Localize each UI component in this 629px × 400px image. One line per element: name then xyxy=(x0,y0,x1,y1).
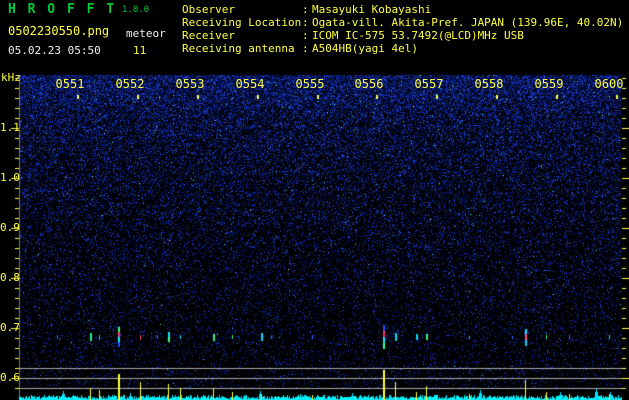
station-row-receiver: Receiver : ICOM IC-575 53.7492(@LCD)MHz … xyxy=(182,29,524,42)
time-label: 0553 xyxy=(175,77,205,91)
freq-label: 0.7 xyxy=(0,321,20,334)
station-separator: : xyxy=(302,29,309,42)
station-separator: : xyxy=(302,16,309,29)
freq-label: 1.1 xyxy=(0,121,20,134)
time-label: 0555 xyxy=(295,77,325,91)
spectrogram-canvas xyxy=(0,0,629,400)
app-title: H R O F F T xyxy=(8,2,117,17)
time-label: 0552 xyxy=(115,77,145,91)
station-row-antenna: Receiving antenna : A504HB(yagi 4el) xyxy=(182,42,418,55)
mode-label: meteor xyxy=(126,27,166,40)
station-value: A504HB(yagi 4el) xyxy=(312,42,418,55)
timestamp: 05.02.23 05:50 xyxy=(8,44,101,57)
time-label: 0556 xyxy=(354,77,384,91)
station-label: Observer xyxy=(182,3,235,16)
station-row-location: Receiving Location : Ogata-vill. Akita-P… xyxy=(182,16,623,29)
station-value: ICOM IC-575 53.7492(@LCD)MHz USB xyxy=(312,29,524,42)
time-label: 0600 xyxy=(594,77,624,91)
time-label: 0559 xyxy=(534,77,564,91)
hrofft-window: H R O F F T 1.0.0 0502230550.png meteor … xyxy=(0,0,629,400)
station-separator: : xyxy=(302,42,309,55)
station-value: Ogata-vill. Akita-Pref. JAPAN (139.96E, … xyxy=(312,16,624,29)
output-filename: 0502230550.png xyxy=(8,24,110,38)
time-label: 0558 xyxy=(474,77,504,91)
freq-label: 0.9 xyxy=(0,221,20,234)
freq-label: 0.6 xyxy=(0,371,20,384)
freq-axis-unit: kHz xyxy=(1,71,21,84)
station-label: Receiver xyxy=(182,29,235,42)
station-separator: : xyxy=(302,3,309,16)
time-label: 0557 xyxy=(414,77,444,91)
station-row-observer: Observer : Masayuki Kobayashi xyxy=(182,3,431,16)
time-label: 0551 xyxy=(55,77,85,91)
freq-label: 0.8 xyxy=(0,271,20,284)
app-version: 1.0.0 xyxy=(122,5,150,15)
freq-label: 1.0 xyxy=(0,171,20,184)
station-label: Receiving antenna xyxy=(182,42,295,55)
meteor-count: 11 xyxy=(133,44,147,57)
station-label: Receiving Location xyxy=(182,16,302,29)
station-value: Masayuki Kobayashi xyxy=(312,3,432,16)
time-label: 0554 xyxy=(235,77,265,91)
